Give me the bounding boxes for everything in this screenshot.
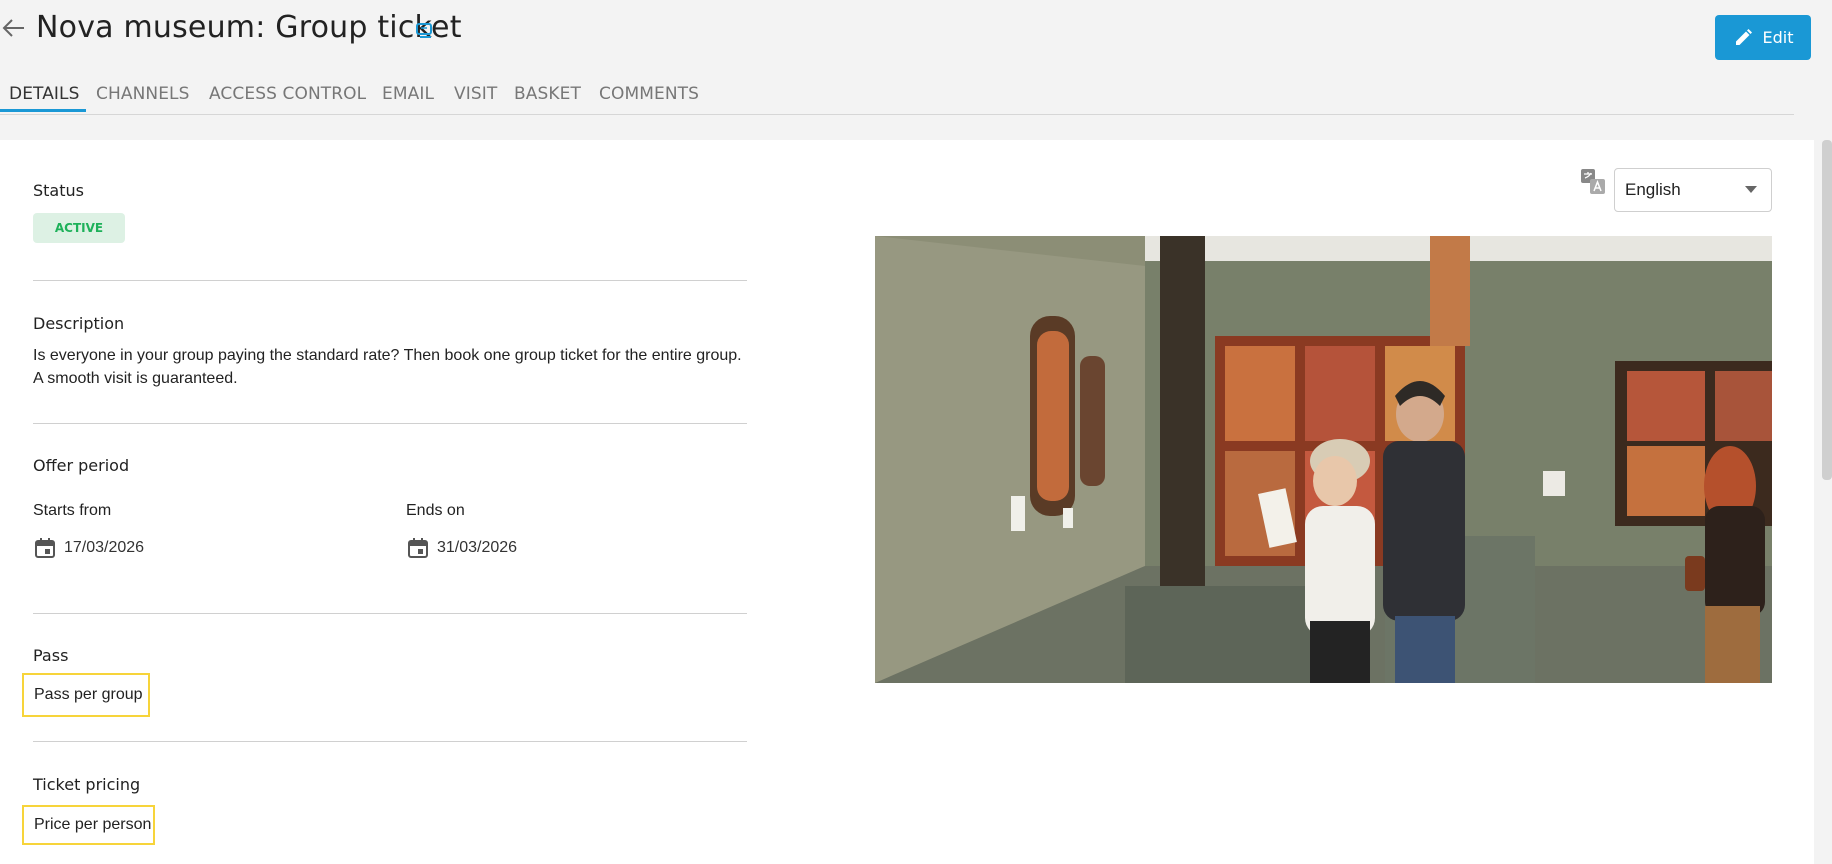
- tab-comments[interactable]: COMMENTS: [599, 84, 699, 104]
- description-text: Is everyone in your group paying the sta…: [33, 347, 742, 387]
- start-date: 17/03/2026: [34, 537, 144, 559]
- calendar-icon: [408, 538, 428, 558]
- end-date-value: 31/03/2026: [437, 539, 518, 556]
- offer-period-label: Offer period: [33, 456, 130, 475]
- pass-value: Pass per group: [22, 673, 150, 717]
- divider: [33, 280, 747, 281]
- calendar-icon: [35, 538, 55, 558]
- pencil-icon: [1735, 28, 1752, 45]
- ticket-icon: [416, 23, 432, 38]
- end-date: 31/03/2026: [407, 537, 517, 559]
- tab-access-control[interactable]: ACCESS CONTROL: [209, 84, 366, 104]
- status-label: Status: [33, 181, 84, 200]
- edit-button[interactable]: Edit: [1715, 15, 1811, 60]
- tab-bar: DETAILS CHANNELS ACCESS CONTROL EMAIL VI…: [0, 82, 1794, 115]
- ticket-pricing-label: Ticket pricing: [33, 775, 141, 794]
- description-label: Description: [33, 314, 125, 333]
- divider: [33, 423, 747, 424]
- scrollbar[interactable]: [1822, 140, 1832, 480]
- language-select-value: English: [1625, 180, 1681, 199]
- chevron-down-icon: [1745, 186, 1757, 193]
- status-badge: ACTIVE: [33, 213, 125, 243]
- starts-from-label: Starts from: [33, 502, 112, 519]
- language-select[interactable]: English: [1614, 168, 1772, 212]
- edit-button-label: Edit: [1762, 28, 1794, 47]
- divider: [33, 613, 747, 614]
- tab-basket[interactable]: BASKET: [514, 84, 581, 104]
- divider: [33, 741, 747, 742]
- back-arrow-icon[interactable]: [0, 14, 28, 42]
- tab-visit[interactable]: VISIT: [454, 84, 497, 104]
- page-title: Nova museum: Group ticket: [36, 10, 462, 45]
- active-tab-indicator: [0, 109, 86, 112]
- ticket-pricing-value: Price per person: [22, 805, 155, 845]
- start-date-value: 17/03/2026: [64, 539, 145, 556]
- ticket-image: [875, 236, 1772, 683]
- ends-on-label: Ends on: [406, 502, 465, 519]
- tab-email[interactable]: EMAIL: [382, 84, 434, 104]
- pass-label: Pass: [33, 646, 69, 665]
- tab-channels[interactable]: CHANNELS: [96, 84, 190, 104]
- tab-details[interactable]: DETAILS: [9, 84, 80, 104]
- translate-icon: [1581, 169, 1605, 194]
